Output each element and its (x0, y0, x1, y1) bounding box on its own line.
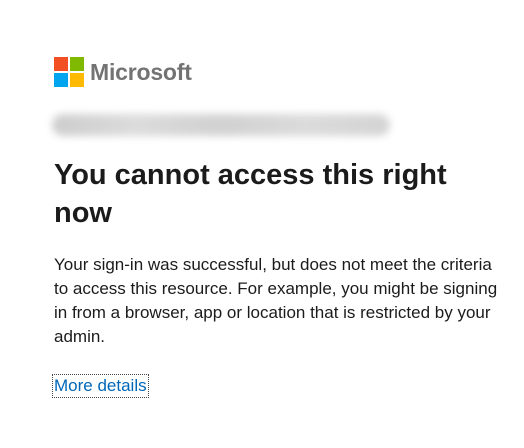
sign-in-error-page: Microsoft You cannot access this right n… (0, 0, 524, 448)
error-message: Your sign-in was successful, but does no… (54, 255, 498, 346)
error-title: You cannot access this right now (54, 159, 447, 229)
logo-yellow-square (70, 73, 84, 87)
logo-wordmark: Microsoft (90, 59, 192, 85)
microsoft-logo-icon (54, 57, 84, 87)
redacted-account-email (52, 114, 390, 136)
more-details-link[interactable]: More details (52, 374, 149, 398)
logo-red-square (54, 57, 68, 71)
microsoft-logo: Microsoft (54, 57, 192, 87)
logo-blue-square (54, 73, 68, 87)
logo-green-square (70, 57, 84, 71)
